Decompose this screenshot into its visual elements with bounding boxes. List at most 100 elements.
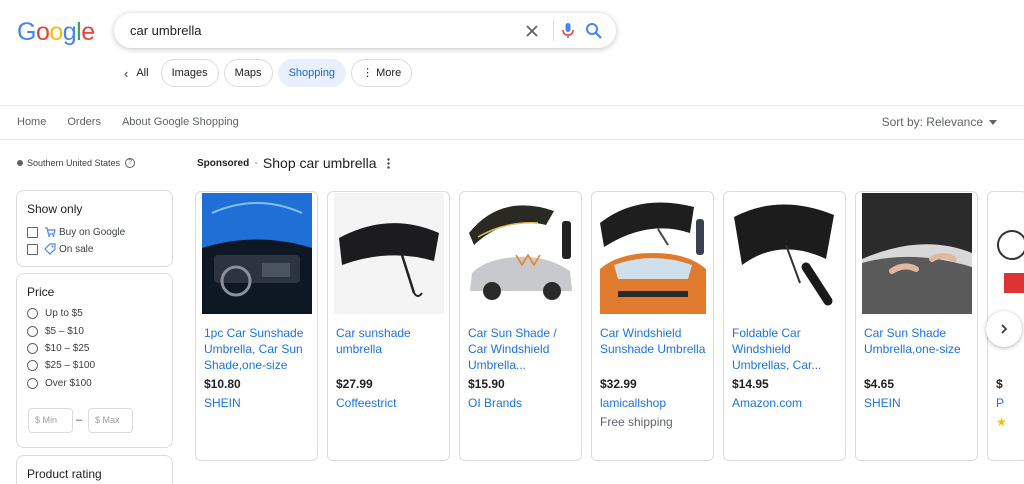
product-title[interactable]: Foldable Car Windshield Umbrellas, Car..… [732, 325, 842, 373]
product-title[interactable]: Car Sun Shade Umbrella,one-size [864, 325, 974, 357]
product-image [202, 193, 312, 314]
search-bar [114, 13, 616, 48]
option-label: Over $100 [45, 378, 92, 389]
location-dot-icon [17, 160, 23, 166]
product-shipping: Free shipping [600, 415, 673, 429]
product-card[interactable]: Car Sun Shade Umbrella,one-size $4.65 SH… [855, 191, 978, 461]
logo-letter: G [17, 18, 36, 46]
location-indicator: Southern United States ? [17, 158, 136, 168]
tab-shopping[interactable]: Shopping [277, 59, 347, 87]
filter-option-buy-on-google[interactable]: Buy on Google [27, 226, 125, 238]
option-label: On sale [59, 243, 94, 255]
radio-button[interactable] [27, 378, 38, 389]
price-option[interactable]: $25 – $100 [27, 360, 95, 371]
product-seller[interactable]: OI Brands [468, 396, 522, 410]
radio-button[interactable] [27, 360, 38, 371]
radio-button[interactable] [27, 326, 38, 337]
chevron-left-icon: ‹ [124, 65, 129, 81]
filter-price: Price Up to $5 $5 – $10 $10 – $25 $25 – … [16, 273, 173, 448]
subnav-orders[interactable]: Orders [67, 116, 101, 128]
logo-letter: g [62, 18, 77, 46]
logo-letter: o [49, 18, 63, 46]
product-price: $ [996, 377, 1003, 391]
cart-icon [45, 227, 56, 237]
product-image [598, 193, 708, 314]
tab-all-label: All [136, 67, 149, 79]
shopping-subnav: Home Orders About Google Shopping [17, 116, 260, 128]
subnav-home[interactable]: Home [17, 116, 46, 128]
star-icon: ★ [996, 415, 1007, 429]
google-logo[interactable]: Google [17, 18, 95, 47]
product-image [994, 193, 1024, 314]
help-icon[interactable]: ? [125, 158, 136, 168]
search-divider [553, 20, 554, 41]
price-min-input[interactable]: $ Min [28, 408, 73, 433]
sort-label: Sort by: Relevance [881, 115, 983, 129]
product-card[interactable]: Car sunshade umbrella $27.99 Coffeestric… [327, 191, 450, 461]
divider [0, 139, 1024, 140]
product-image [334, 193, 444, 314]
product-price: $4.65 [864, 377, 895, 391]
product-title[interactable]: Car sunshade umbrella [336, 325, 446, 357]
filter-title[interactable]: Product rating [27, 467, 102, 481]
close-icon[interactable] [523, 22, 541, 40]
product-card[interactable]: Foldable Car Windshield Umbrellas, Car..… [723, 191, 846, 461]
checkbox[interactable] [27, 243, 38, 255]
option-label: $5 – $10 [45, 326, 84, 337]
option-label: $25 – $100 [45, 360, 96, 371]
product-seller[interactable]: Amazon.com [732, 396, 802, 410]
option-label: Buy on Google [59, 226, 126, 238]
filter-option-on-sale[interactable]: On sale [27, 243, 93, 255]
product-title[interactable]: Car Windshield Sunshade Umbrella [600, 325, 710, 357]
product-card[interactable]: Car Windshield Sunshade Umbrella $32.99 … [591, 191, 714, 461]
price-option[interactable]: Up to $5 [27, 308, 83, 319]
location-text: Southern United States [27, 158, 121, 168]
price-range-dash: – [76, 414, 83, 426]
product-title[interactable]: 1pc Car Sunshade Umbrella, Car Sun Shade… [204, 325, 314, 373]
sponsored-header: Sponsored · Shop car umbrella [197, 155, 390, 171]
product-card[interactable]: Car Sun Shade / Car Windshield Umbrella.… [459, 191, 582, 461]
logo-letter: e [81, 18, 95, 46]
price-option[interactable]: $5 – $10 [27, 326, 84, 337]
product-seller[interactable]: lamicallshop [600, 396, 666, 410]
search-icon[interactable] [584, 21, 604, 40]
price-option[interactable]: Over $100 [27, 378, 92, 389]
logo-letter: o [35, 18, 50, 46]
tab-images[interactable]: Images [160, 59, 219, 87]
filter-title: Show only [27, 202, 83, 216]
price-max-input[interactable]: $ Max [88, 408, 133, 433]
product-price: $10.80 [204, 377, 241, 391]
tab-more[interactable]: ⋮ More [351, 59, 413, 87]
search-input[interactable] [130, 21, 510, 40]
product-seller[interactable]: P [996, 396, 1004, 410]
product-price: $14.95 [732, 377, 769, 391]
filter-product-rating: Product rating [16, 455, 173, 484]
radio-button[interactable] [27, 308, 38, 319]
tab-all[interactable]: ‹ All [124, 66, 149, 81]
filter-show-only: Show only Buy on Google On sale [16, 190, 173, 267]
subnav-about[interactable]: About Google Shopping [122, 116, 239, 128]
price-option[interactable]: $10 – $25 [27, 343, 90, 354]
more-vert-icon[interactable] [386, 157, 390, 169]
product-title[interactable]: Car Sun Shade / Car Windshield Umbrella.… [468, 325, 578, 373]
option-label: Up to $5 [45, 308, 83, 319]
section-title: Shop car umbrella [262, 155, 377, 171]
product-seller[interactable]: Coffeestrict [336, 396, 396, 410]
sponsored-label: Sponsored [197, 157, 250, 169]
product-image [730, 193, 840, 314]
search-tabs: ‹ All Images Maps Shopping ⋮ More [124, 59, 417, 87]
product-seller[interactable]: SHEIN [864, 396, 901, 410]
product-card[interactable]: 1pc Car Sunshade Umbrella, Car Sun Shade… [195, 191, 318, 461]
tab-maps[interactable]: Maps [223, 59, 273, 87]
product-price: $27.99 [336, 377, 373, 391]
carousel-next-button[interactable] [986, 311, 1022, 347]
tag-icon [44, 243, 56, 255]
sort-dropdown[interactable]: Sort by: Relevance [882, 115, 997, 129]
radio-button[interactable] [27, 343, 38, 354]
filter-title: Price [27, 285, 55, 299]
option-label: $10 – $25 [45, 343, 90, 354]
product-seller[interactable]: SHEIN [204, 396, 241, 410]
mic-icon[interactable] [559, 21, 577, 40]
separator: · [254, 157, 258, 169]
checkbox[interactable] [27, 226, 38, 238]
